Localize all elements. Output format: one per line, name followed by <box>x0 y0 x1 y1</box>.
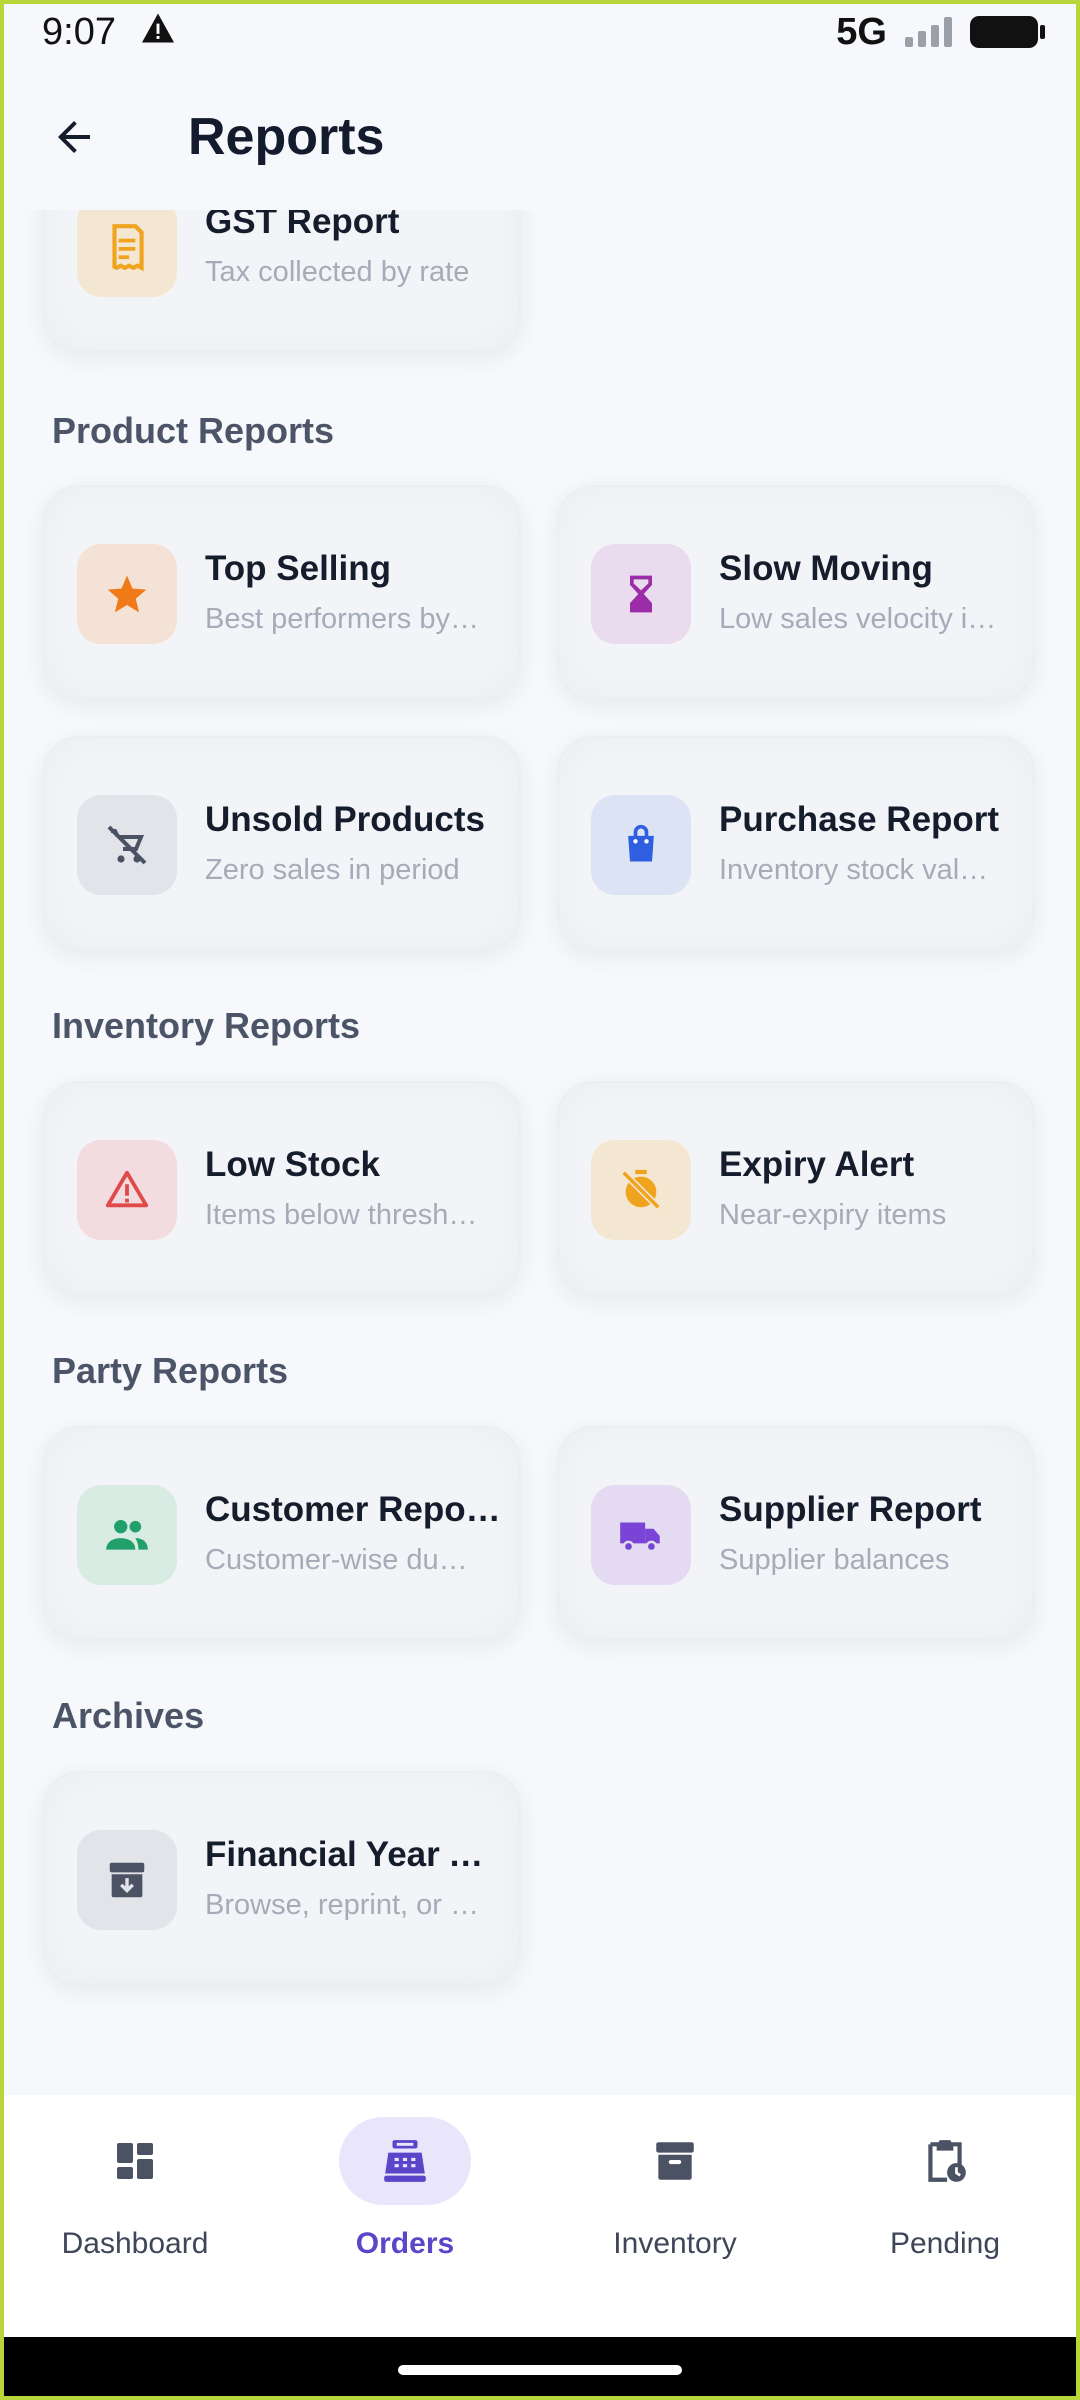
report-description: Supplier balances <box>719 1544 950 1576</box>
report-card-top-selling[interactable]: Top Selling Best performers by… <box>43 485 521 699</box>
warning-icon <box>105 1170 149 1208</box>
report-title: Financial Year A… <box>205 1835 505 1874</box>
report-title: Purchase Report <box>719 800 1000 839</box>
report-icon-box <box>77 1140 177 1240</box>
report-description: Near-expiry items <box>719 1199 947 1231</box>
nav-pill <box>879 2117 1011 2205</box>
report-description: Items below thresh… <box>205 1199 478 1231</box>
hourglass-icon <box>630 575 652 613</box>
reports-list[interactable]: GST Report Tax collected by rate Product… <box>0 210 1080 2095</box>
star-icon <box>107 575 147 613</box>
page-title: Reports <box>188 108 385 166</box>
report-description: Zero sales in period <box>205 854 460 886</box>
report-card-customer-report[interactable]: Customer Repo… Customer-wise du… <box>43 1426 521 1640</box>
battery-icon <box>970 16 1045 48</box>
nav-item-orders[interactable]: Orders <box>270 2095 540 2337</box>
report-card-low-stock[interactable]: Low Stock Items below thresh… <box>43 1081 521 1295</box>
nav-pill-active <box>339 2117 471 2205</box>
app-header: Reports <box>0 64 1080 210</box>
nav-pill <box>609 2117 741 2205</box>
section-label-product: Product Reports <box>52 410 335 451</box>
nav-label: Pending <box>889 2227 1001 2260</box>
timer-off-icon <box>621 1169 661 1210</box>
receipt-icon <box>112 224 144 272</box>
report-icon-box <box>77 1485 177 1585</box>
report-icon-box <box>77 544 177 644</box>
report-title: Low Stock <box>205 1145 381 1184</box>
report-title: Customer Repo… <box>205 1490 501 1529</box>
archive-icon <box>109 1862 145 1898</box>
gesture-bar <box>0 2337 1080 2400</box>
shopping-bag-icon <box>628 824 654 862</box>
nav-item-pending[interactable]: Pending <box>810 2095 1080 2337</box>
report-icon-box <box>591 795 691 895</box>
report-title: Expiry Alert <box>719 1145 915 1184</box>
report-card-purchase-report[interactable]: Purchase Report Inventory stock val… <box>557 736 1035 950</box>
cash-register-icon <box>384 2140 426 2182</box>
archive-box-icon <box>656 2142 694 2180</box>
report-title: Top Selling <box>205 549 392 588</box>
report-description: Tax collected by rate <box>205 256 470 288</box>
report-card-gst[interactable]: GST Report Tax collected by rate <box>43 210 521 352</box>
section-label-archives: Archives <box>52 1695 205 1736</box>
nav-item-inventory[interactable]: Inventory <box>540 2095 810 2337</box>
report-card-slow-moving[interactable]: Slow Moving Low sales velocity i… <box>557 485 1035 699</box>
status-bar: 9:07 5G <box>0 0 1080 64</box>
report-description: Low sales velocity i… <box>719 603 997 635</box>
report-description: Inventory stock val… <box>719 854 989 886</box>
report-card-unsold-products[interactable]: Unsold Products Zero sales in period <box>43 736 521 950</box>
nav-label: Orders <box>355 2227 455 2260</box>
home-gesture-handle[interactable] <box>398 2365 682 2375</box>
report-icon-box <box>77 795 177 895</box>
report-card-expiry-alert[interactable]: Expiry Alert Near-expiry items <box>557 1081 1035 1295</box>
report-icon-box <box>591 1140 691 1240</box>
report-icon-box <box>77 210 177 297</box>
report-card-supplier-report[interactable]: Supplier Report Supplier balances <box>557 1426 1035 1640</box>
report-icon-box <box>77 1830 177 1930</box>
bottom-navigation: Dashboard Orders Inventory Pending <box>0 2095 1080 2337</box>
arrow-back-icon <box>58 121 90 153</box>
remove-shopping-cart-icon <box>107 825 147 865</box>
report-card-financial-year-archive[interactable]: Financial Year A… Browse, reprint, or … <box>43 1771 521 1985</box>
report-title: GST Report <box>205 210 400 241</box>
report-description: Browse, reprint, or … <box>205 1889 479 1921</box>
report-icon-box <box>591 544 691 644</box>
back-button[interactable] <box>44 107 104 167</box>
nav-pill <box>69 2117 201 2205</box>
signal-icon <box>905 17 952 47</box>
network-type: 5G <box>836 10 887 53</box>
clipboard-clock-icon <box>928 2140 966 2182</box>
report-description: Best performers by… <box>205 603 479 635</box>
people-icon <box>106 1520 148 1550</box>
section-label-inventory: Inventory Reports <box>52 1005 361 1046</box>
nav-item-dashboard[interactable]: Dashboard <box>0 2095 270 2337</box>
nav-label: Dashboard <box>61 2227 209 2260</box>
report-icon-box <box>591 1485 691 1585</box>
truck-icon <box>620 1522 660 1553</box>
nav-label: Inventory <box>613 2227 737 2260</box>
report-description: Customer-wise du… <box>205 1544 468 1576</box>
alert-icon <box>140 11 176 54</box>
dashboard-icon <box>117 2143 153 2179</box>
report-title: Supplier Report <box>719 1490 982 1529</box>
report-title: Slow Moving <box>719 549 933 588</box>
report-title: Unsold Products <box>205 800 486 839</box>
status-time: 9:07 <box>42 10 116 53</box>
section-label-party: Party Reports <box>52 1350 289 1391</box>
